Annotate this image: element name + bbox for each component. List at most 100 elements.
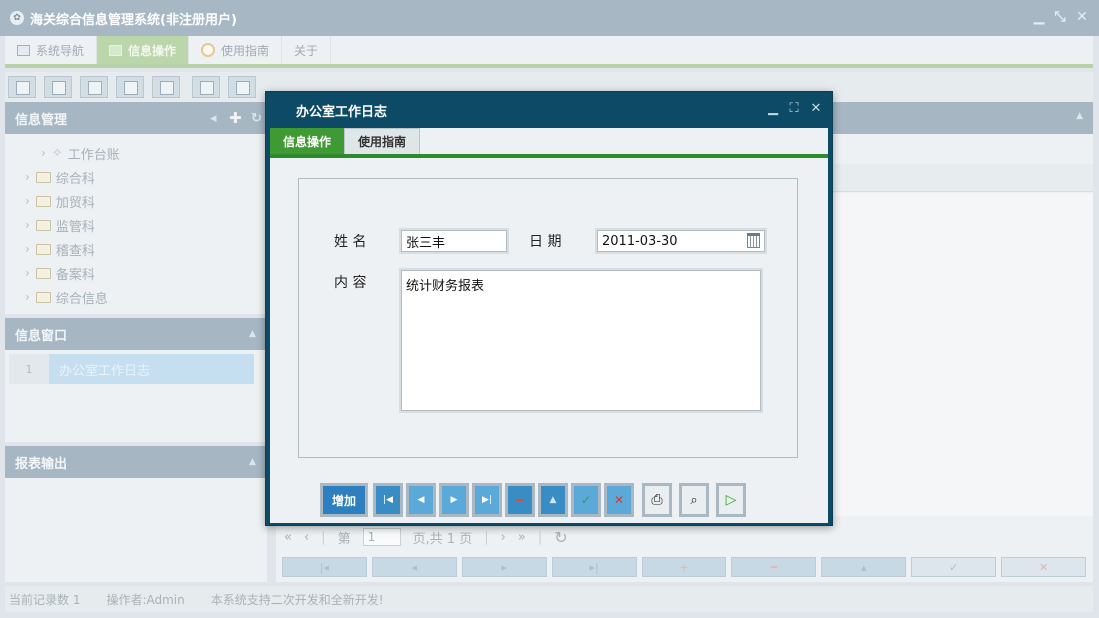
- export-tool-button[interactable]: [192, 76, 220, 98]
- collapse-up-icon[interactable]: ▲: [249, 329, 256, 339]
- tree-item-general-info[interactable]: › 综合信息: [25, 286, 108, 308]
- dialog-action-row: 增加 |◀ ◀ ▶ ▶| ━ ▲ ✓ ✕ ⎙ ⌕ ▷: [320, 483, 760, 519]
- tree-item-label: 稽查科: [55, 243, 95, 259]
- record-count: 当前记录数 1: [9, 592, 81, 607]
- collapse-left-icon[interactable]: ◂: [210, 111, 217, 126]
- close-icon[interactable]: ✕: [1075, 10, 1089, 24]
- panel-title: 报表输出: [15, 456, 68, 472]
- edit-button[interactable]: ▲: [538, 483, 568, 517]
- cross-icon: ✕: [613, 493, 625, 507]
- next-record-button[interactable]: ▶: [439, 483, 469, 517]
- delete-record-button[interactable]: ━: [731, 557, 817, 577]
- first-page-icon[interactable]: «: [284, 530, 292, 545]
- name-label: 姓 名: [334, 234, 367, 250]
- content-label: 内 容: [334, 275, 367, 291]
- tab-user-guide[interactable]: 使用指南: [189, 36, 283, 64]
- tree-item-label: 监管科: [55, 219, 95, 235]
- divider: |: [484, 529, 489, 545]
- run-button[interactable]: ▷: [716, 483, 746, 517]
- cancel-button[interactable]: ✕: [604, 483, 634, 517]
- add-record-button[interactable]: +: [641, 557, 727, 577]
- last-record-button[interactable]: ▶|: [472, 483, 502, 517]
- tree-item-label: 综合科: [55, 171, 95, 187]
- calendar-icon[interactable]: [747, 233, 760, 248]
- wand-icon: ✧: [51, 145, 63, 161]
- delete-button[interactable]: ━: [505, 483, 535, 517]
- dialog-maximize-icon[interactable]: ⛶: [787, 102, 801, 116]
- print-button[interactable]: ⎙: [642, 483, 672, 517]
- last-record-button[interactable]: ▸|: [551, 557, 637, 577]
- tree-item-supervision[interactable]: › 监管科: [25, 214, 95, 236]
- dialog-title-bar[interactable]: 办公室工作日志: [266, 92, 832, 128]
- dialog-close-icon[interactable]: ✕: [809, 102, 823, 116]
- tab-label: 系统导航: [36, 43, 85, 58]
- folder-icon: [35, 195, 51, 207]
- name-field[interactable]: 张三丰: [401, 230, 507, 252]
- dialog-minimize-icon[interactable]: ▁: [766, 102, 780, 116]
- operator: 操作者:Admin: [106, 592, 185, 607]
- prev-icon: ◀: [417, 495, 425, 505]
- prev-record-button[interactable]: ◀: [406, 483, 436, 517]
- date-value: 2011-03-30: [602, 233, 678, 249]
- list-tool-button[interactable]: [44, 76, 72, 98]
- edit-record-button[interactable]: ▴: [821, 557, 907, 577]
- date-field[interactable]: 2011-03-30: [597, 230, 765, 252]
- search-tool-button[interactable]: [8, 76, 36, 98]
- tree-item-processing-trade[interactable]: › 加贸科: [25, 190, 95, 212]
- page-input[interactable]: 1: [362, 528, 401, 546]
- prev-record-button[interactable]: ◂: [371, 557, 457, 577]
- collapse-up-icon[interactable]: ▲: [1076, 111, 1083, 121]
- pager: « ‹ | 第 1 页,共 1 页 | › » | ↻: [284, 522, 1084, 552]
- app-title: 海关综合信息管理系统(非注册用户): [30, 12, 237, 28]
- grid-icon: [109, 44, 123, 56]
- tree-item-inspection[interactable]: › 稽查科: [25, 238, 95, 260]
- save-record-button[interactable]: ✓: [911, 557, 997, 577]
- page-prefix: 第: [337, 531, 351, 547]
- next-record-button[interactable]: ▸: [461, 557, 547, 577]
- date-label: 日 期: [529, 234, 562, 250]
- panel-title: 信息管理: [15, 112, 68, 128]
- print-tool-button[interactable]: [228, 76, 256, 98]
- tab-system-nav[interactable]: 系统导航: [5, 36, 98, 64]
- preview-button[interactable]: ⌕: [679, 483, 709, 517]
- title-bar: ✿ 海关综合信息管理系统(非注册用户) ▁ ⤡ ✕: [0, 0, 1099, 36]
- status-note: 本系统支持二次开发和全新开发!: [210, 592, 384, 607]
- preview-tool-button[interactable]: [152, 76, 180, 98]
- chevron-right-icon: ›: [25, 266, 30, 280]
- tab-info-operation[interactable]: 信息操作: [97, 36, 190, 64]
- tab-user-guide[interactable]: 使用指南: [344, 128, 421, 154]
- tree-item-label: 备案科: [55, 267, 95, 283]
- prev-page-icon[interactable]: ‹: [304, 530, 309, 545]
- minimize-icon[interactable]: ▁: [1032, 10, 1046, 24]
- add-icon[interactable]: ✚: [229, 109, 242, 127]
- restore-icon[interactable]: ⤡: [1053, 10, 1067, 24]
- tab-info-operation[interactable]: 信息操作: [270, 128, 345, 154]
- cancel-record-button[interactable]: ✕: [1001, 557, 1087, 577]
- first-record-button[interactable]: |◂: [282, 557, 367, 577]
- tree-item-label: 工作台账: [67, 147, 120, 163]
- collapse-up-icon[interactable]: ▲: [249, 457, 256, 467]
- report-body: [5, 478, 267, 582]
- first-record-button[interactable]: |◀: [373, 483, 403, 517]
- tab-about[interactable]: 关于: [282, 36, 332, 64]
- document-tool-button[interactable]: [80, 76, 108, 98]
- save-button[interactable]: ✓: [571, 483, 601, 517]
- refresh-icon[interactable]: ↻: [554, 528, 567, 547]
- report-header: 报表输出 ▲: [5, 446, 267, 478]
- dialog-title: 办公室工作日志: [296, 104, 388, 120]
- refresh-icon[interactable]: ↻: [251, 111, 262, 126]
- tree-item-workbook[interactable]: › ✧ 工作台账: [41, 142, 120, 164]
- add-button[interactable]: 增加: [320, 483, 368, 517]
- chevron-right-icon: ›: [41, 146, 46, 160]
- tree-item-filing[interactable]: › 备案科: [25, 262, 95, 284]
- chevron-right-icon: ›: [25, 242, 30, 256]
- tab-label: 关于: [294, 43, 319, 58]
- content-textarea[interactable]: 统计财务报表: [401, 270, 761, 411]
- users-tool-button[interactable]: [116, 76, 144, 98]
- next-page-icon[interactable]: ›: [501, 530, 506, 545]
- last-page-icon[interactable]: »: [518, 530, 526, 545]
- page-suffix: 页,共 1 页: [412, 531, 473, 547]
- folder-icon: [35, 267, 51, 279]
- tree-item-general[interactable]: › 综合科: [25, 166, 95, 188]
- list-item[interactable]: 办公室工作日志: [49, 354, 254, 384]
